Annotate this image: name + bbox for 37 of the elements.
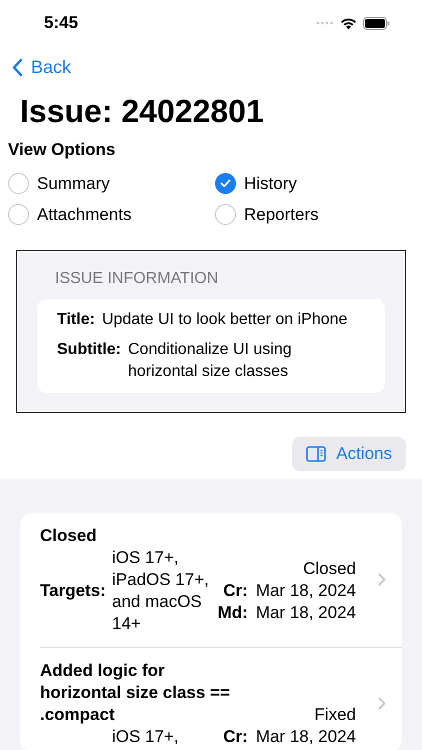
radio-icon (8, 172, 29, 194)
history-title: Closed (40, 524, 98, 546)
status-time: 5:45 (44, 12, 78, 34)
status-text: Closed (303, 558, 356, 580)
radio-icon (215, 204, 236, 226)
status-text: Fixed (314, 704, 356, 726)
field-value: Conditionalize UI using horizontal size classes (128, 340, 293, 382)
checked-radio-icon (215, 172, 236, 194)
section-label: View Options (8, 139, 116, 161)
radio-option[interactable]: Attachments (8, 202, 215, 228)
radio-option[interactable]: Reporters (215, 202, 422, 228)
battery-icon (363, 16, 390, 30)
chevron-left-icon (12, 58, 23, 77)
wifi-icon (340, 16, 357, 30)
history-row[interactable]: Added logic for horizontal size class == .compact Fixed iOS 17+, Cr: Mar 18, 2024 (40, 646, 402, 750)
date-label: Md: (218, 602, 248, 624)
sidebar-icon (306, 446, 326, 462)
field-label: Subtitle: (57, 340, 121, 360)
back-button[interactable]: Back (12, 54, 72, 81)
radio-option[interactable]: History (215, 170, 422, 196)
field-label: Title: (57, 310, 95, 330)
chevron-right-icon (378, 697, 386, 710)
radio-option[interactable]: Summary (8, 170, 215, 196)
targets-label: Targets: (40, 580, 107, 602)
date-label: Cr: (223, 580, 248, 602)
chevron-right-icon (378, 573, 386, 586)
targets-text: iOS 17+, (112, 726, 180, 748)
date-value: Mar 18, 2024 (256, 602, 356, 624)
date-label: Cr: (223, 726, 248, 748)
field-value: Update UI to look better on iPhone (102, 310, 348, 330)
signal-icon (316, 21, 334, 25)
radio-icon (8, 204, 29, 226)
page-title: Issue: 24022801 (20, 92, 265, 131)
date-value: Mar 18, 2024 (256, 580, 356, 602)
targets-text: iOS 17+, iPadOS 17+, and macOS 14+ (112, 546, 210, 634)
section-header: ISSUE INFORMATION (55, 268, 220, 288)
date-value: Mar 18, 2024 (256, 726, 356, 748)
